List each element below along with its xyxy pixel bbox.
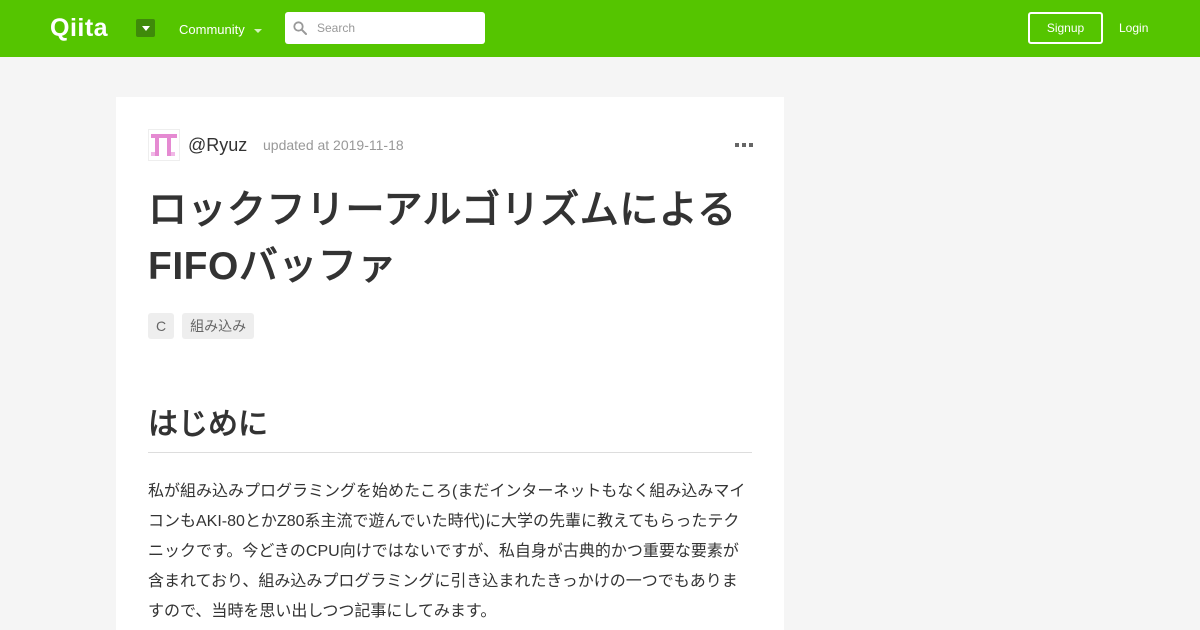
avatar[interactable] [148,129,180,161]
community-label: Community [179,22,245,37]
logo-dropdown-toggle[interactable] [136,19,155,37]
login-link[interactable]: Login [1119,20,1148,36]
article-paragraph: 私が組み込みプログラミングを始めたころ(まだインターネットもなく組み込みマイコン… [148,483,746,620]
search-box[interactable] [285,12,485,44]
tag-embedded[interactable]: 組み込み [182,313,255,339]
tag-c[interactable]: C [148,313,175,339]
qiita-logo[interactable]: Qiita [50,15,108,41]
updated-date: updated at 2019-11-18 [263,137,404,153]
section-heading: はじめに [148,405,752,453]
search-icon [293,21,307,35]
more-options-icon[interactable] [735,138,753,152]
chevron-down-icon [141,25,150,31]
global-header: Qiita Community Signup Login [0,0,1200,57]
search-input[interactable] [317,12,477,44]
author-name[interactable]: @Ryuz [188,134,247,156]
community-dropdown[interactable]: Community [179,22,262,38]
signup-button[interactable]: Signup [1028,12,1103,44]
article-title: ロックフリーアルゴリズムによるFIFOバッファ [148,189,737,288]
chevron-down-icon [253,28,262,33]
tag-list: C 組み込み [148,313,255,339]
avatar-image [151,134,177,156]
article-card: @Ryuz updated at 2019-11-18 ロックフリーアルゴリズム… [116,97,784,630]
